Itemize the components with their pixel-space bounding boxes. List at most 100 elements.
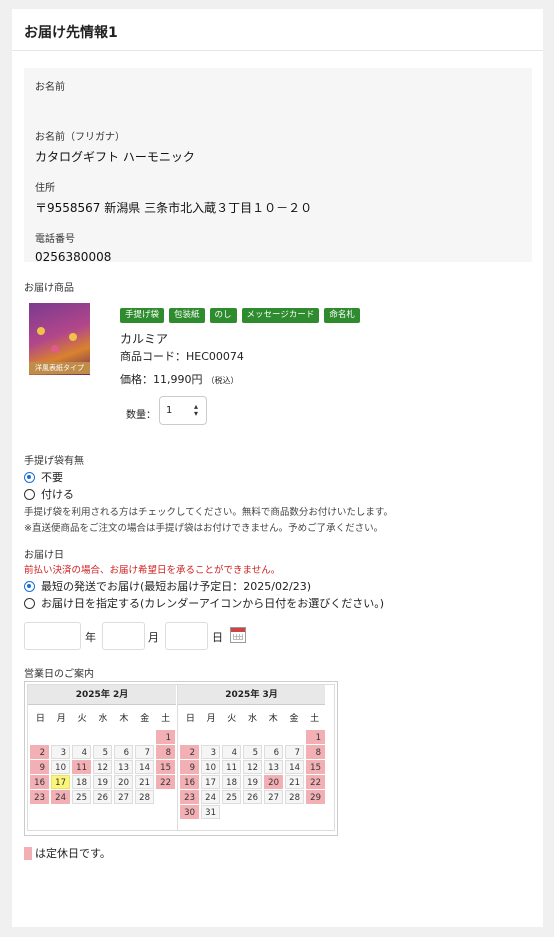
delivery-option-specify[interactable]: お届け日を指定する(カレンダーアイコンから日付をお選びください。) xyxy=(24,595,384,611)
calendar-day[interactable]: 25 xyxy=(72,790,91,804)
radio-icon[interactable] xyxy=(24,488,35,500)
quantity-label: 数量： xyxy=(126,410,156,421)
calendar-icon[interactable] xyxy=(230,627,246,643)
calendar-day[interactable]: 22 xyxy=(156,775,175,789)
calendar-day[interactable]: 20 xyxy=(114,775,133,789)
calendar-day[interactable]: 21 xyxy=(285,775,304,789)
calendar-day[interactable]: 10 xyxy=(201,760,220,774)
calendar-day[interactable]: 19 xyxy=(93,775,112,789)
calendar-day[interactable]: 24 xyxy=(51,790,70,804)
calendar-day[interactable]: 6 xyxy=(264,745,283,759)
calendar-day[interactable]: 16 xyxy=(30,775,49,789)
tag-bag: 手提げ袋 xyxy=(120,308,165,323)
calendar-day[interactable]: 21 xyxy=(135,775,154,789)
calendar-day[interactable]: 8 xyxy=(306,745,325,759)
calendar-day[interactable]: 9 xyxy=(30,760,49,774)
year-unit: 年 xyxy=(85,631,96,644)
calendar-day[interactable]: 26 xyxy=(243,790,262,804)
product-name: カルミア xyxy=(120,332,169,346)
name-label: お名前 xyxy=(35,82,65,93)
day-input[interactable] xyxy=(165,622,208,650)
calendar-day[interactable]: 29 xyxy=(306,790,325,804)
calendar-day[interactable]: 8 xyxy=(156,745,175,759)
bag-option-add[interactable]: 付ける xyxy=(24,486,74,502)
weekday-label: 木 xyxy=(268,714,278,724)
calendar-blank xyxy=(93,730,112,744)
bag-option-none[interactable]: 不要 xyxy=(24,469,63,485)
calendar-day[interactable]: 16 xyxy=(180,775,199,789)
calendar-day[interactable]: 12 xyxy=(93,760,112,774)
calendar-day[interactable]: 11 xyxy=(222,760,241,774)
calendar-blank xyxy=(114,730,133,744)
bag-note-direct: ※直送便商品をご注文の場合は手提げ袋はお付けできません。予めご了承ください。 xyxy=(24,523,384,534)
calendar-day[interactable]: 9 xyxy=(180,760,199,774)
calendar-days: 1 2 3 4 5 6 7 8 9 10 11 12 13 14 15 16 17 18 19 20 21 22 23 24 2… xyxy=(28,724,178,805)
calendar-day[interactable]: 30 xyxy=(180,805,199,819)
calendar-day[interactable]: 14 xyxy=(285,760,304,774)
calendar-blank xyxy=(285,730,304,744)
calendar-day[interactable]: 24 xyxy=(201,790,220,804)
name-value xyxy=(35,100,521,114)
calendar-day[interactable]: 4 xyxy=(72,745,91,759)
year-input[interactable] xyxy=(24,622,81,650)
calendar-day[interactable]: 27 xyxy=(264,790,283,804)
calendar-day[interactable]: 17 xyxy=(51,775,70,789)
product-tags: 手提げ袋 包装紙 のし メッセージカード 命名札 xyxy=(120,308,360,323)
calendar-day[interactable]: 2 xyxy=(30,745,49,759)
calendar-day[interactable]: 10 xyxy=(51,760,70,774)
calendar-day[interactable]: 7 xyxy=(135,745,154,759)
calendar-day[interactable]: 12 xyxy=(243,760,262,774)
calendar-day[interactable]: 25 xyxy=(222,790,241,804)
calendar-day[interactable]: 14 xyxy=(135,760,154,774)
calendar-day[interactable]: 28 xyxy=(285,790,304,804)
radio-icon[interactable] xyxy=(24,471,35,483)
quantity-select[interactable]: 1 ▴ ▾ xyxy=(159,396,207,425)
calendar-days: 1 2 3 4 5 6 7 8 9 10 11 12 13 14 15 16 17 18 19 20 21 22 23 24 2… xyxy=(178,724,328,820)
weekday-label: 木 xyxy=(119,714,129,724)
calendar-day[interactable]: 18 xyxy=(72,775,91,789)
calendar-day[interactable]: 17 xyxy=(201,775,220,789)
weekday-label: 火 xyxy=(227,714,237,724)
calendar-months: 2025年 2月日月火水木金土 1 2 3 4 5 6 7 8 9 10 11 12 13 14 15 16 17… xyxy=(27,684,335,831)
calendar-day[interactable]: 15 xyxy=(306,760,325,774)
updown-icon: ▴ ▾ xyxy=(193,402,198,418)
calendar-day[interactable]: 7 xyxy=(285,745,304,759)
calendar-day[interactable]: 5 xyxy=(243,745,262,759)
calendar-legend: は定休日です。 xyxy=(24,845,111,861)
calendar-day[interactable]: 18 xyxy=(222,775,241,789)
product-code: 商品コード：HEC00074 xyxy=(120,350,244,363)
calendar-day[interactable]: 23 xyxy=(30,790,49,804)
calendar-day[interactable]: 5 xyxy=(93,745,112,759)
calendar-weekdays: 日月火水木金土 xyxy=(178,705,325,724)
delivery-option-fastest[interactable]: 最短の発送でお届け(最短お届け予定日：2025/02/23) xyxy=(24,578,311,594)
weekday-label: 日 xyxy=(185,714,195,724)
calendar-day[interactable]: 22 xyxy=(306,775,325,789)
radio-icon[interactable] xyxy=(24,597,35,609)
calendar-day[interactable]: 23 xyxy=(180,790,199,804)
calendar-day[interactable]: 11 xyxy=(72,760,91,774)
calendar-day[interactable]: 19 xyxy=(243,775,262,789)
bag-note: 手提げ袋を利用される方はチェックしてください。無料で商品数分お付けいたします。 xyxy=(24,507,393,518)
calendar-day[interactable]: 4 xyxy=(222,745,241,759)
calendar-day[interactable]: 1 xyxy=(156,730,175,744)
weekday-label: 月 xyxy=(206,714,216,724)
calendar-day[interactable]: 28 xyxy=(135,790,154,804)
month-input[interactable] xyxy=(102,622,145,650)
calendar-day[interactable]: 2 xyxy=(180,745,199,759)
product-price: 価格：11,990円 （税込） xyxy=(120,371,239,387)
calendar-day[interactable]: 3 xyxy=(201,745,220,759)
calendar-day[interactable]: 3 xyxy=(51,745,70,759)
calendar-weekdays: 日月火水木金土 xyxy=(28,705,176,724)
calendar-day[interactable]: 6 xyxy=(114,745,133,759)
calendar-day[interactable]: 13 xyxy=(114,760,133,774)
weekday-label: 水 xyxy=(98,714,108,724)
calendar-day[interactable]: 15 xyxy=(156,760,175,774)
calendar-day[interactable]: 27 xyxy=(114,790,133,804)
calendar-day[interactable]: 20 xyxy=(264,775,283,789)
calendar-day[interactable]: 26 xyxy=(93,790,112,804)
calendar-day[interactable]: 13 xyxy=(264,760,283,774)
calendar-day[interactable]: 1 xyxy=(306,730,325,744)
calendar-day[interactable]: 31 xyxy=(201,805,220,819)
tag-noshi: のし xyxy=(209,308,237,323)
radio-icon[interactable] xyxy=(24,580,35,592)
